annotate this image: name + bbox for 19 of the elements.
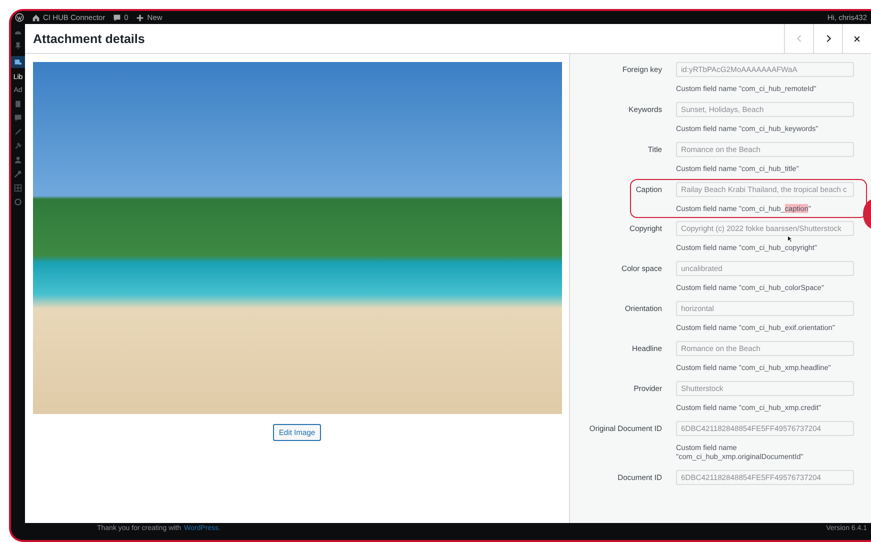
pin-icon xyxy=(14,42,22,50)
person-icon xyxy=(14,156,22,164)
logo-icon xyxy=(15,13,24,22)
dialog-title: Attachment details xyxy=(32,32,146,46)
grid-icon xyxy=(14,184,22,192)
comment-icon xyxy=(14,114,22,122)
wrench-icon xyxy=(14,170,22,178)
cursor-icon xyxy=(787,235,793,243)
circle-icon xyxy=(14,198,22,206)
close-icon xyxy=(853,34,861,42)
media-icon xyxy=(14,58,22,66)
plus-icon xyxy=(136,14,144,22)
home-icon xyxy=(32,14,40,22)
gauge-icon xyxy=(14,28,22,36)
speech-bubble-icon xyxy=(113,14,122,22)
brush-icon xyxy=(14,128,22,136)
previous-icon xyxy=(794,34,804,43)
plug-icon xyxy=(14,142,22,150)
page-icon xyxy=(14,100,22,108)
